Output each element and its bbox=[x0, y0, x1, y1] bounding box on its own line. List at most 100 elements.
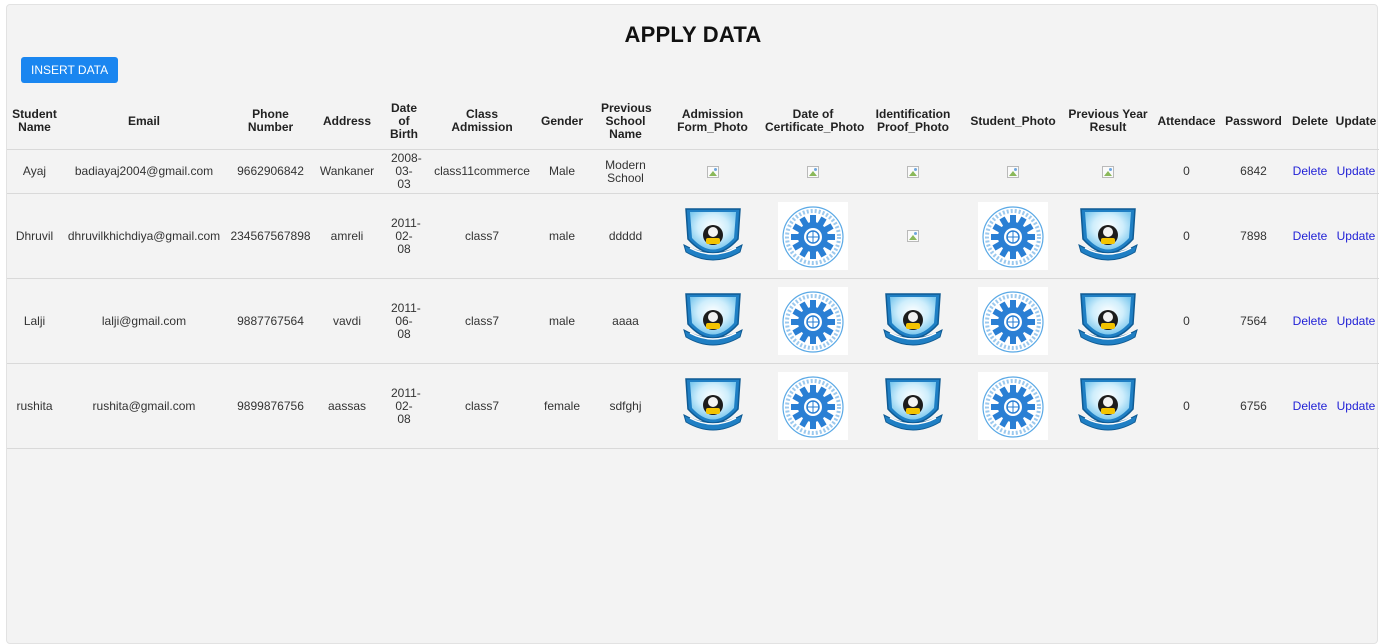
update-link[interactable]: Update bbox=[1337, 399, 1376, 413]
table-row: Ayaj badiayaj2004@gmail.com 9662906842 Wank… bbox=[7, 149, 1379, 194]
cell-identification-proof-photo bbox=[863, 193, 963, 279]
header-previous-school-name: Previous School Name bbox=[589, 93, 662, 150]
cell-delete: Delete bbox=[1287, 149, 1333, 194]
cell-phone: 9899876756 bbox=[226, 363, 315, 449]
cell-previous-year-result-photo bbox=[1063, 363, 1153, 449]
delete-link[interactable]: Delete bbox=[1293, 399, 1328, 413]
cell-dob: 2008-03-03 bbox=[379, 149, 429, 194]
header-admission-form-photo: Admission Form_Photo bbox=[662, 93, 763, 150]
header-student-photo: Student_Photo bbox=[963, 93, 1063, 150]
ksv-logo-image bbox=[680, 205, 746, 267]
main-panel: APPLY DATA INSERT DATA Student Name Emai… bbox=[6, 4, 1379, 644]
cell-student-name: Lalji bbox=[7, 278, 62, 364]
ksv-logo-image bbox=[1075, 290, 1141, 352]
table-row: Dhruvil dhruvilkhichdiya@gmail.com 2345675… bbox=[7, 193, 1379, 279]
cell-delete: Delete bbox=[1287, 363, 1333, 449]
cell-update: Update bbox=[1333, 149, 1379, 194]
broken-image-icon bbox=[706, 165, 719, 178]
cell-student-photo bbox=[963, 363, 1063, 449]
cell-password: 7898 bbox=[1220, 193, 1287, 279]
gear-logo-image bbox=[778, 372, 848, 440]
gear-logo-image bbox=[978, 287, 1048, 355]
broken-image-icon bbox=[1007, 165, 1019, 178]
cell-student-photo bbox=[963, 149, 1063, 194]
cell-class-admission: class7 bbox=[429, 193, 535, 279]
header-phone-number: Phone Number bbox=[226, 93, 315, 150]
update-link[interactable]: Update bbox=[1337, 314, 1376, 328]
cell-email: rushita@gmail.com bbox=[62, 363, 226, 449]
cell-attendance: 0 bbox=[1153, 363, 1220, 449]
cell-attendance: 0 bbox=[1153, 278, 1220, 364]
cell-attendance: 0 bbox=[1153, 149, 1220, 194]
cell-admission-form-photo bbox=[662, 193, 763, 279]
table-row: rushita rushita@gmail.com 9899876756 aassas… bbox=[7, 363, 1379, 449]
cell-student-photo bbox=[963, 278, 1063, 364]
cell-student-name: rushita bbox=[7, 363, 62, 449]
cell-student-name: Dhruvil bbox=[7, 193, 62, 279]
cell-update: Update bbox=[1333, 193, 1379, 279]
cell-delete: Delete bbox=[1287, 278, 1333, 364]
gear-logo-image bbox=[778, 287, 848, 355]
ksv-logo-image bbox=[880, 290, 946, 352]
cell-password: 6756 bbox=[1220, 363, 1287, 449]
header-update: Update bbox=[1333, 93, 1379, 150]
ksv-logo-image bbox=[1075, 205, 1141, 267]
cell-phone: 9887767564 bbox=[226, 278, 315, 364]
header-delete: Delete bbox=[1287, 93, 1333, 150]
header-student-name: Student Name bbox=[7, 93, 62, 150]
cell-admission-form-photo bbox=[662, 363, 763, 449]
ksv-logo-image bbox=[880, 375, 946, 437]
header-gender: Gender bbox=[535, 93, 589, 150]
cell-password: 7564 bbox=[1220, 278, 1287, 364]
cell-previous-school: ddddd bbox=[589, 193, 662, 279]
cell-update: Update bbox=[1333, 363, 1379, 449]
gear-logo-image bbox=[778, 202, 848, 270]
header-previous-year-result: Previous Year Result bbox=[1063, 93, 1153, 150]
cell-address: Wankaner bbox=[315, 149, 379, 194]
cell-update: Update bbox=[1333, 278, 1379, 364]
cell-address: vavdi bbox=[315, 278, 379, 364]
ksv-logo-image bbox=[680, 375, 746, 437]
cell-certificate-photo bbox=[763, 363, 863, 449]
cell-certificate-photo bbox=[763, 193, 863, 279]
cell-class-admission: class7 bbox=[429, 278, 535, 364]
header-address: Address bbox=[315, 93, 379, 150]
cell-delete: Delete bbox=[1287, 193, 1333, 279]
broken-image-icon bbox=[1102, 165, 1114, 178]
cell-dob: 2011-02-08 bbox=[379, 193, 429, 279]
cell-email: dhruvilkhichdiya@gmail.com bbox=[62, 193, 226, 279]
broken-image-icon bbox=[907, 230, 919, 243]
cell-previous-year-result-photo bbox=[1063, 193, 1153, 279]
cell-gender: female bbox=[535, 363, 589, 449]
cell-address: amreli bbox=[315, 193, 379, 279]
cell-password: 6842 bbox=[1220, 149, 1287, 194]
header-email: Email bbox=[62, 93, 226, 150]
cell-address: aassas bbox=[315, 363, 379, 449]
cell-identification-proof-photo bbox=[863, 149, 963, 194]
cell-attendance: 0 bbox=[1153, 193, 1220, 279]
ksv-logo-image bbox=[680, 290, 746, 352]
cell-admission-form-photo bbox=[662, 278, 763, 364]
update-link[interactable]: Update bbox=[1337, 164, 1376, 178]
header-date-of-certificate-photo: Date of Certificate_Photo bbox=[763, 93, 864, 150]
delete-link[interactable]: Delete bbox=[1293, 229, 1328, 243]
delete-link[interactable]: Delete bbox=[1293, 164, 1328, 178]
cell-previous-school: Modern School bbox=[589, 149, 662, 194]
cell-dob: 2011-02-08 bbox=[379, 363, 429, 449]
insert-data-button[interactable]: INSERT DATA bbox=[21, 57, 119, 83]
cell-email: badiayaj2004@gmail.com bbox=[62, 149, 226, 194]
delete-link[interactable]: Delete bbox=[1293, 314, 1328, 328]
ksv-logo-image bbox=[1075, 375, 1141, 437]
cell-student-photo bbox=[963, 193, 1063, 279]
table-header-row: Student Name Email Phone Number Address … bbox=[7, 93, 1379, 150]
cell-student-name: Ayaj bbox=[7, 149, 62, 194]
cell-phone: 234567567898 bbox=[226, 193, 315, 279]
apply-data-table: Student Name Email Phone Number Address … bbox=[7, 93, 1379, 449]
update-link[interactable]: Update bbox=[1337, 229, 1376, 243]
cell-identification-proof-photo bbox=[863, 363, 963, 449]
cell-admission-form-photo bbox=[662, 149, 763, 194]
cell-previous-school: aaaa bbox=[589, 278, 662, 364]
header-password: Password bbox=[1220, 93, 1287, 150]
cell-email: lalji@gmail.com bbox=[62, 278, 226, 364]
cell-previous-year-result-photo bbox=[1063, 278, 1153, 364]
